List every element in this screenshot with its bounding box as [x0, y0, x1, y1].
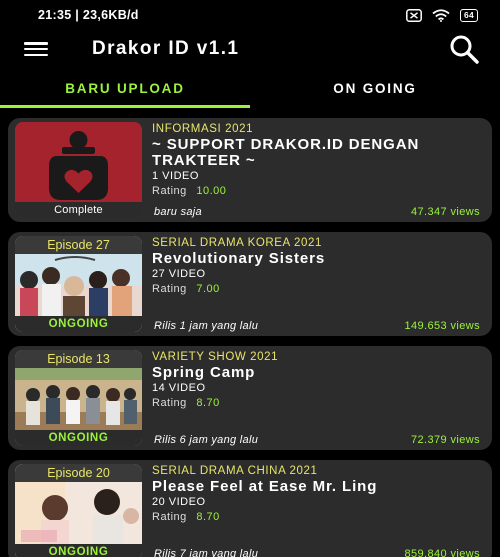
item-info: SERIAL DRAMA CHINA 2021 Please Feel at E…: [152, 464, 482, 525]
rating-label: Rating: [152, 397, 187, 409]
list-item[interactable]: Episode 20 ONGOING SERIAL DRAMA CHINA 20…: [8, 460, 492, 557]
episode-badge: Episode 13: [15, 350, 142, 368]
view-count: 149.653 views: [404, 320, 480, 332]
view-count: 72.379 views: [410, 434, 480, 446]
status-badge: Complete: [15, 202, 142, 218]
rating-label: Rating: [152, 283, 187, 295]
tab-bar: BARU UPLOAD ON GOING: [0, 68, 500, 108]
item-title: Revolutionary Sisters: [152, 250, 326, 267]
episode-badge: Episode 27: [15, 236, 142, 254]
tab-baru-upload[interactable]: BARU UPLOAD: [0, 68, 250, 108]
list-item[interactable]: Episode 13 ONGOING VARIETY SHOW 2021 Spr…: [8, 346, 492, 450]
rating-row: Rating 7.00: [152, 281, 482, 297]
rating-row: Rating 8.70: [152, 395, 482, 411]
rating-label: Rating: [152, 511, 187, 523]
item-category: VARIETY SHOW 2021: [152, 351, 279, 363]
battery-icon: 64: [459, 8, 478, 22]
active-tab-indicator: [0, 105, 250, 108]
menu-icon[interactable]: [24, 42, 48, 56]
rating-value: 7.00: [196, 283, 220, 295]
video-count: 1 VIDEO: [152, 170, 199, 182]
view-count: 859.840 views: [404, 548, 480, 557]
item-category: INFORMASI 2021: [152, 123, 254, 135]
app-title: Drakor ID v1.1: [92, 38, 240, 59]
content-list: Complete INFORMASI 2021 ~ SUPPORT DRAKOR…: [8, 118, 492, 557]
network-speed: 23,6KB/d: [82, 8, 139, 22]
list-item[interactable]: Episode 27 ONGOING SERIAL DRAMA KOREA 20…: [8, 232, 492, 336]
item-thumbnail: Complete: [15, 122, 142, 218]
status-time: 21:35: [38, 8, 72, 22]
tab-on-going[interactable]: ON GOING: [250, 68, 500, 108]
battery-level: 64: [463, 10, 474, 20]
item-info: INFORMASI 2021 ~ SUPPORT DRAKOR.ID DENGA…: [152, 122, 482, 199]
status-bar: 21:35 | 23,6KB/d 64: [0, 0, 500, 30]
status-badge: ONGOING: [15, 544, 142, 557]
rating-value: 8.70: [196, 511, 220, 523]
release-time: baru saja: [154, 206, 202, 218]
app-bar: Drakor ID v1.1: [0, 30, 500, 68]
item-title: ~ SUPPORT DRAKOR.ID DENGAN: [152, 136, 420, 153]
release-time: Rilis 7 jam yang lalu: [154, 548, 259, 557]
video-count: 27 VIDEO: [152, 268, 206, 280]
video-count: 20 VIDEO: [152, 496, 206, 508]
item-category: SERIAL DRAMA KOREA 2021: [152, 237, 322, 249]
rating-row: Rating 8.70: [152, 509, 482, 525]
release-time: Rilis 1 jam yang lalu: [154, 320, 259, 332]
item-title-line2: TRAKTEER ~: [152, 152, 256, 169]
status-icons: 64: [405, 8, 478, 22]
item-title: Spring Camp: [152, 364, 256, 381]
item-category: SERIAL DRAMA CHINA 2021: [152, 465, 318, 477]
video-count: 14 VIDEO: [152, 382, 206, 394]
item-info: VARIETY SHOW 2021 Spring Camp 14 VIDEO R…: [152, 350, 482, 411]
wifi-icon: [432, 8, 450, 22]
status-left: 21:35 | 23,6KB/d: [38, 8, 139, 22]
episode-badge: Episode 20: [15, 464, 142, 482]
mute-icon: [405, 8, 422, 22]
item-thumbnail: Episode 13 ONGOING: [15, 350, 142, 446]
item-thumbnail: Episode 27 ONGOING: [15, 236, 142, 332]
rating-value: 8.70: [196, 397, 220, 409]
search-icon[interactable]: [448, 33, 480, 65]
item-thumbnail: Episode 20 ONGOING: [15, 464, 142, 557]
item-info: SERIAL DRAMA KOREA 2021 Revolutionary Si…: [152, 236, 482, 297]
rating-value: 10.00: [196, 185, 227, 197]
item-title: Please Feel at Ease Mr. Ling: [152, 478, 378, 495]
status-badge: ONGOING: [15, 316, 142, 332]
status-badge: ONGOING: [15, 430, 142, 446]
list-item[interactable]: Complete INFORMASI 2021 ~ SUPPORT DRAKOR…: [8, 118, 492, 222]
release-time: Rilis 6 jam yang lalu: [154, 434, 259, 446]
rating-label: Rating: [152, 185, 187, 197]
rating-row: Rating 10.00: [152, 183, 482, 199]
view-count: 47.347 views: [410, 206, 480, 218]
